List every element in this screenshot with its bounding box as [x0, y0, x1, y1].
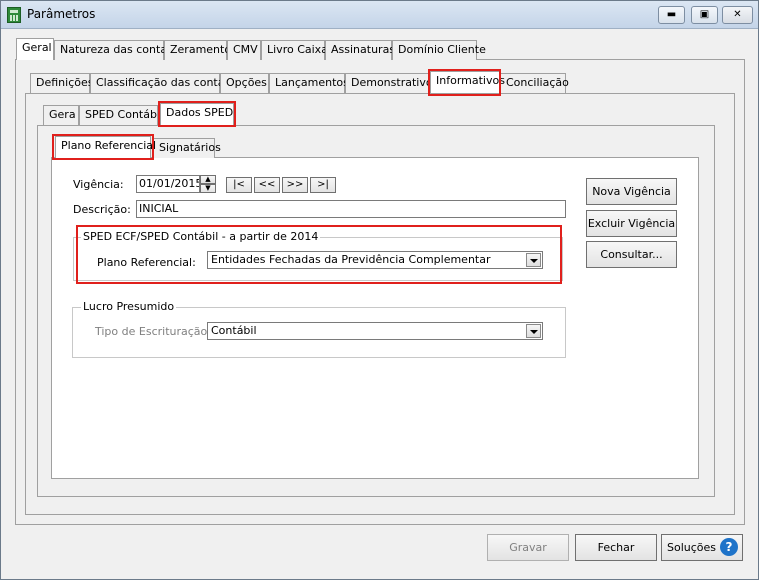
title-bar[interactable]: Parâmetros ▬ ▣ ✕	[1, 1, 758, 29]
chevron-down-icon[interactable]	[526, 324, 541, 338]
maximize-button[interactable]: ▣	[691, 6, 718, 24]
descricao-field[interactable]: INICIAL	[136, 200, 566, 218]
tab-signatarios[interactable]: Signatários	[153, 138, 221, 158]
last-record-button[interactable]: >|	[310, 177, 336, 193]
first-record-button[interactable]: |<	[226, 177, 252, 193]
parametros-window: Parâmetros ▬ ▣ ✕ Geral Natureza das cont…	[0, 0, 759, 580]
tab-lancamentos[interactable]: Lançamentos	[269, 73, 349, 93]
calculator-icon	[7, 7, 21, 23]
minimize-button[interactable]: ▬	[658, 6, 685, 24]
tab-conciliacao[interactable]: Conciliação	[500, 73, 569, 93]
highlight-informativos	[428, 69, 501, 96]
fechar-button[interactable]: Fechar	[575, 534, 657, 561]
tab-definicoes[interactable]: Definições	[30, 73, 93, 93]
gravar-button[interactable]: Gravar	[487, 534, 569, 561]
tab-geral[interactable]: Geral	[16, 38, 54, 60]
window-title: Parâmetros	[27, 7, 96, 21]
tab-opcoes[interactable]: Opções	[220, 73, 269, 93]
highlight-dados-sped	[158, 101, 236, 127]
tipo-escrituracao-label: Tipo de Escrituração:	[95, 325, 211, 338]
tab-sped-contabil[interactable]: SPED Contábil	[79, 105, 163, 125]
solucoes-button[interactable]: Soluções ?	[661, 534, 743, 561]
highlight-plano-referencial	[52, 134, 154, 160]
next-record-button[interactable]: >>	[282, 177, 308, 193]
tipo-escrituracao-value: Contábil	[211, 324, 257, 337]
close-button[interactable]: ✕	[722, 6, 753, 24]
tipo-escrituracao-select[interactable]: Contábil	[207, 322, 543, 340]
tab-dominio-cliente[interactable]: Domínio Cliente	[392, 40, 486, 60]
highlight-sped-group	[76, 225, 562, 284]
vigencia-spin-down[interactable]: ▼	[200, 184, 216, 193]
tab-livro-caixa[interactable]: Livro Caixa	[261, 40, 328, 60]
tab-assinaturas[interactable]: Assinaturas	[325, 40, 395, 60]
lucro-presumido-title: Lucro Presumido	[81, 300, 177, 313]
tab-zeramento[interactable]: Zeramento	[164, 40, 231, 60]
vigencia-label: Vigência:	[73, 178, 124, 191]
tab-classificacao-das-contas[interactable]: Classificação das contas	[90, 73, 230, 93]
previous-record-button[interactable]: <<	[254, 177, 280, 193]
excluir-vigencia-button[interactable]: Excluir Vigência	[586, 210, 677, 237]
tab-cmv[interactable]: CMV	[227, 40, 261, 60]
descricao-label: Descrição:	[73, 203, 131, 216]
tab-natureza-das-contas[interactable]: Natureza das contas	[54, 40, 173, 60]
nova-vigencia-button[interactable]: Nova Vigência	[586, 178, 677, 205]
vigencia-spin-up[interactable]: ▲	[200, 175, 216, 184]
tab-gera[interactable]: Gera	[43, 105, 79, 125]
consultar-button[interactable]: Consultar...	[586, 241, 677, 268]
tab-demonstrativos[interactable]: Demonstrativos	[345, 73, 438, 93]
vigencia-date-field[interactable]: 01/01/2015	[136, 175, 200, 193]
solucoes-label: Soluções	[667, 541, 717, 554]
help-icon: ?	[720, 538, 738, 556]
